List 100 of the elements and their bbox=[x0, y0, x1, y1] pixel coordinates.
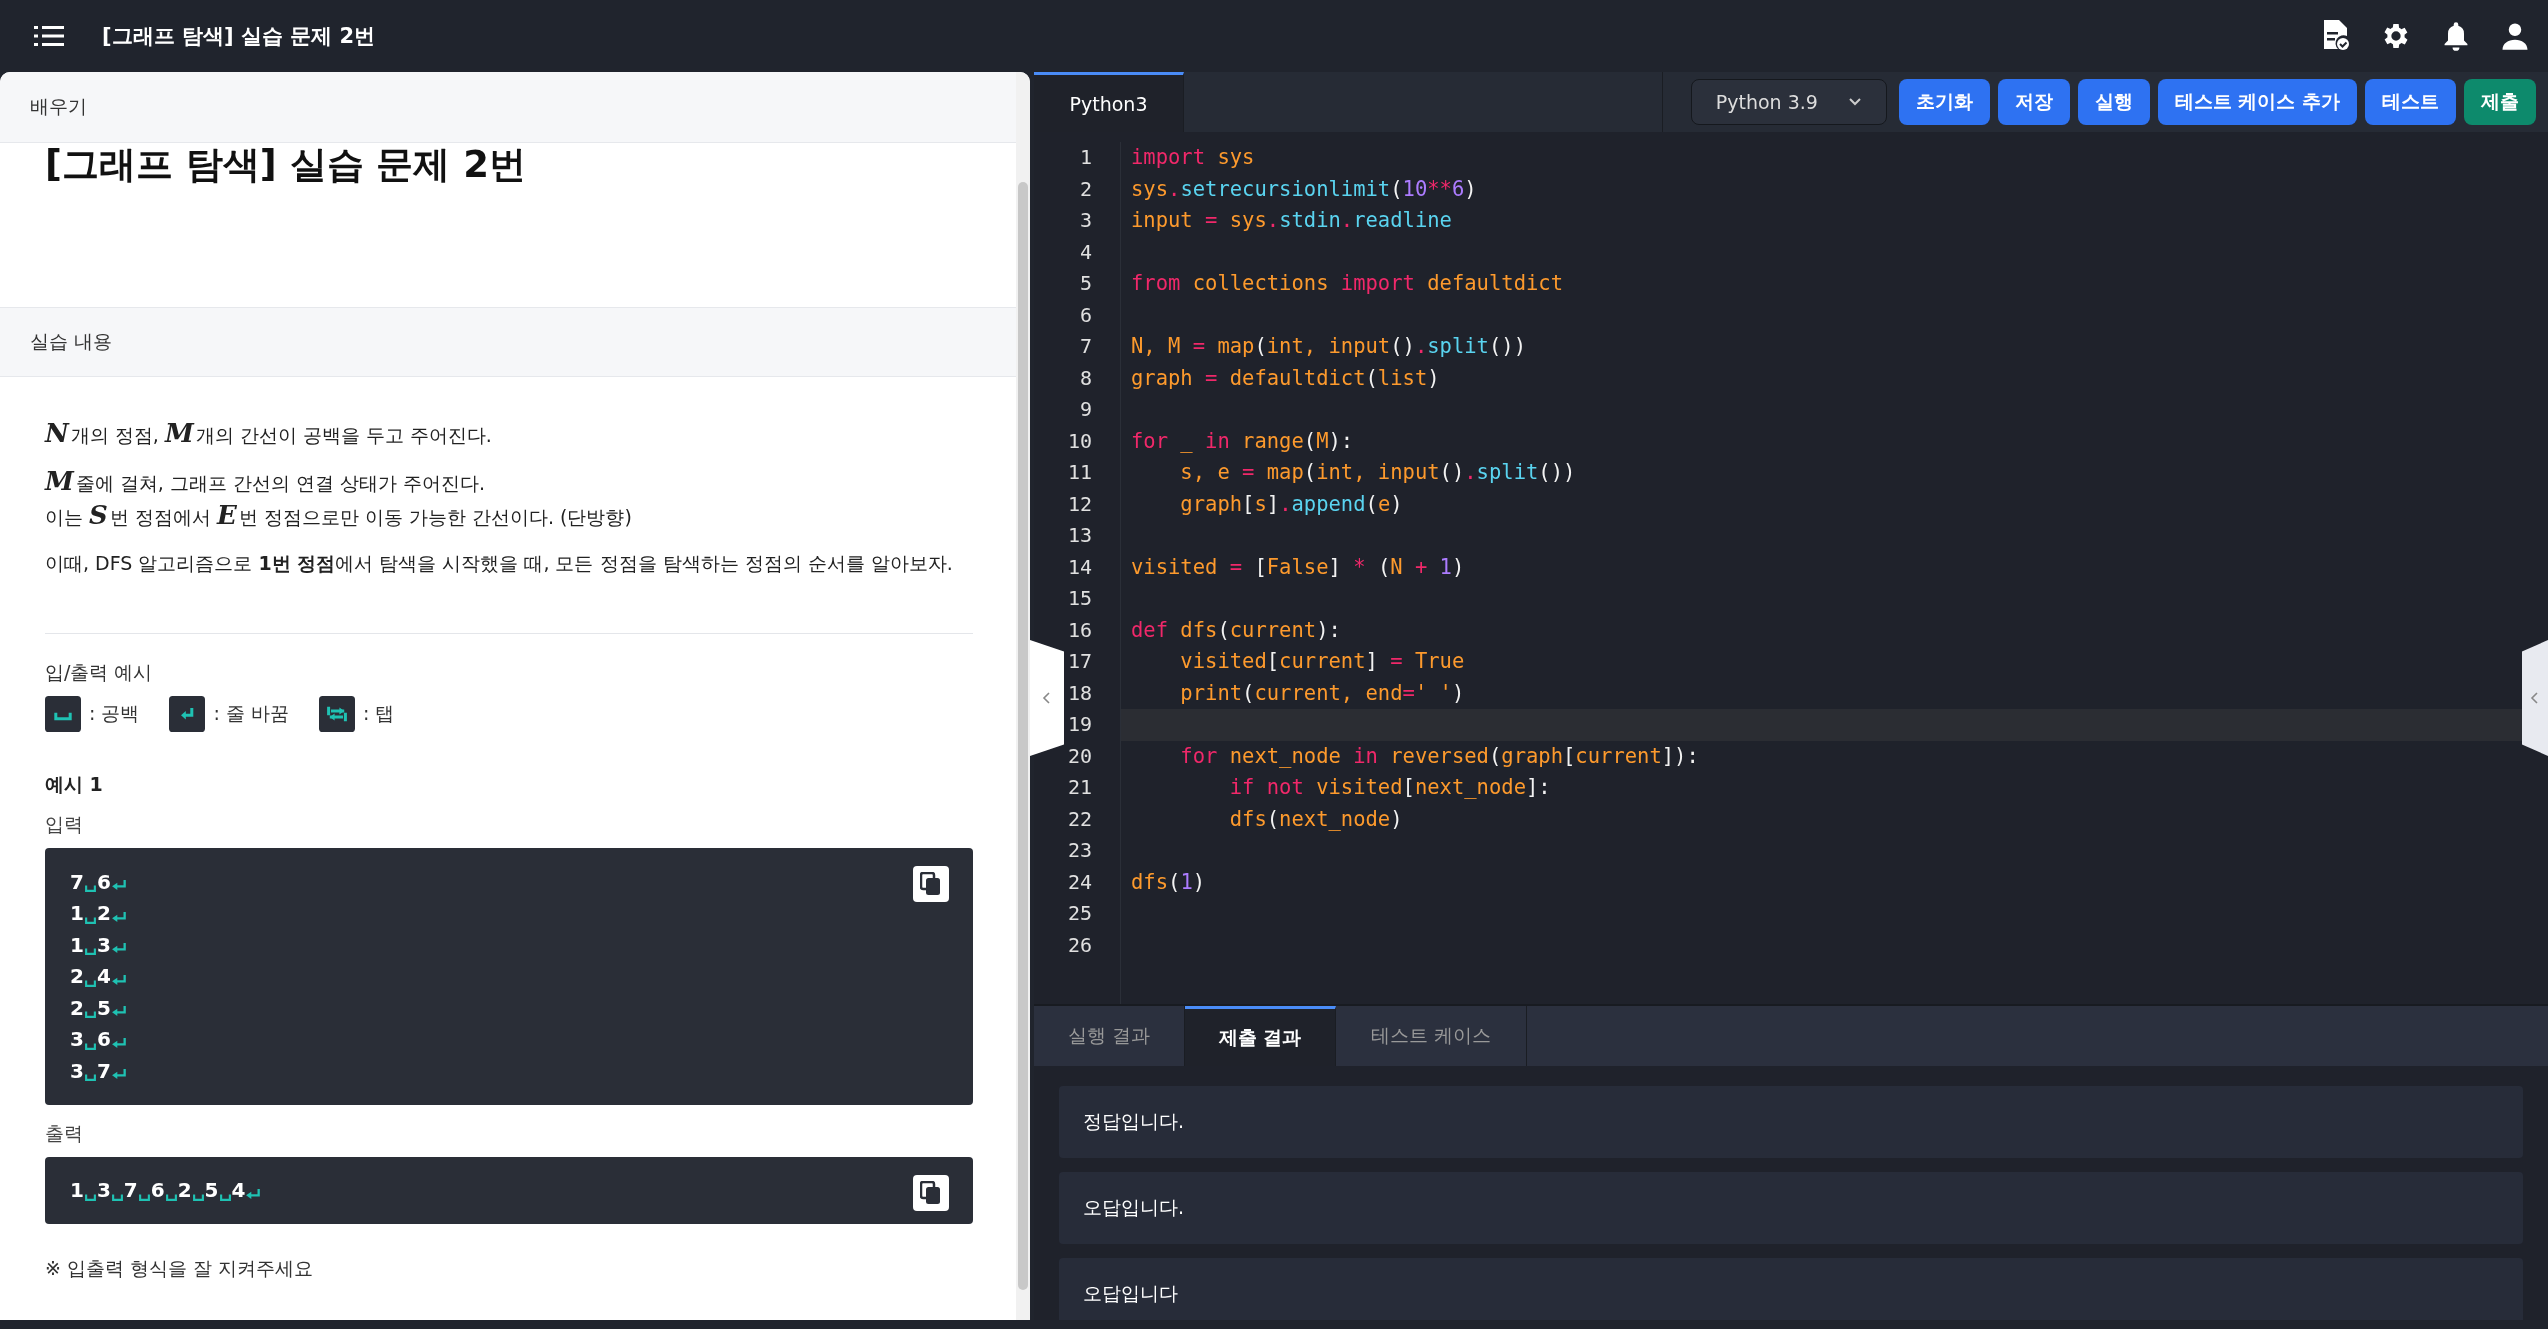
section-label: 실습 내용 bbox=[0, 307, 1016, 377]
io-label: 출력 bbox=[45, 1120, 84, 1146]
space-icon bbox=[138, 1193, 150, 1201]
line-number: 18 bbox=[1067, 680, 1092, 705]
chevron-down-icon bbox=[1847, 97, 1862, 107]
copy-icon bbox=[920, 872, 942, 896]
note-text: ※ 입출력 형식을 잘 지켜주세요 bbox=[45, 1256, 315, 1281]
problem-text: M줄에 걸쳐, 그래프 간선의 연결 상태가 주어진다. bbox=[45, 465, 487, 498]
document-icon[interactable] bbox=[2322, 20, 2350, 52]
return-icon bbox=[111, 1005, 126, 1017]
space-icon bbox=[84, 885, 96, 893]
sample-value: 2 bbox=[177, 1178, 192, 1203]
line-number: 4 bbox=[1079, 239, 1092, 264]
line-number: 21 bbox=[1067, 775, 1092, 799]
code-line: N, M = map(int, input().split()) bbox=[1131, 334, 1526, 358]
sample-value: 7 bbox=[123, 1178, 138, 1203]
line-number: 25 bbox=[1067, 901, 1092, 925]
code-line: input = sys.stdin.readline bbox=[1131, 208, 1452, 232]
example-title: 예시 1 bbox=[45, 772, 104, 797]
code-line: for _ in range(M): bbox=[1131, 428, 1354, 453]
toolbar-button[interactable]: 테스트 bbox=[2365, 79, 2456, 125]
sample-value: 6 bbox=[96, 869, 111, 894]
line-number: 7 bbox=[1079, 334, 1092, 358]
sample-value: 3 bbox=[70, 1027, 84, 1052]
tab-icon bbox=[318, 696, 355, 732]
section-label: 배우기 bbox=[0, 72, 1016, 143]
toolbar-button[interactable]: 실행 bbox=[2077, 79, 2150, 125]
space-icon bbox=[84, 1193, 96, 1201]
bell-icon[interactable] bbox=[2442, 20, 2470, 52]
legend-label: : 줄 바꿈 bbox=[213, 701, 289, 726]
toolbar-button[interactable]: 제출 bbox=[2464, 79, 2536, 125]
user-icon[interactable] bbox=[2500, 21, 2530, 51]
line-number: 11 bbox=[1067, 460, 1092, 484]
copy-icon bbox=[920, 1180, 942, 1205]
code-line: print(current, end=' ') bbox=[1179, 680, 1465, 705]
code-line: from collections import defaultdict bbox=[1131, 271, 1563, 295]
space-icon bbox=[84, 1042, 96, 1050]
page-title: [그래프 탐색] 실습 문제 2번 bbox=[102, 23, 376, 50]
toolbar-button[interactable]: 초기화 bbox=[1898, 79, 1990, 125]
line-number: 15 bbox=[1067, 586, 1092, 610]
line-number: 23 bbox=[1067, 838, 1092, 862]
sample-value: 1 bbox=[70, 901, 84, 926]
sample-value: 3 bbox=[96, 932, 111, 957]
line-number: 8 bbox=[1079, 365, 1092, 390]
return-icon bbox=[169, 696, 206, 732]
code-line: s, e = map(int, input().split()) bbox=[1179, 460, 1576, 484]
io-heading: 입/출력 예시 bbox=[45, 660, 154, 685]
result-tab[interactable]: 제출 결과 bbox=[1185, 1006, 1336, 1066]
problem-text: 이는 S 번 정점에서 E 번 정점으로만 이동 가능한 간선이다. (단방향) bbox=[45, 499, 633, 532]
line-number: 10 bbox=[1067, 428, 1092, 453]
space-icon bbox=[45, 696, 81, 732]
return-icon bbox=[246, 1187, 261, 1199]
file-tab[interactable]: Python3 bbox=[1034, 72, 1184, 132]
sample-value: 6 bbox=[96, 1027, 111, 1052]
code-line: def dfs(current): bbox=[1131, 617, 1341, 642]
space-icon bbox=[219, 1193, 231, 1201]
problem-text: 이때, DFS 알고리즘으로 1번 정점에서 탐색을 시작했을 때, 모든 정점을 탐색하는 정점의 순서를 알아보자. bbox=[45, 551, 954, 576]
result-text: 오답입니다 bbox=[1083, 1281, 1178, 1306]
sample-value: 5 bbox=[96, 995, 111, 1020]
space-icon bbox=[84, 979, 96, 987]
code-line: dfs(next_node) bbox=[1228, 806, 1403, 831]
line-number: 12 bbox=[1067, 491, 1092, 516]
copy-button[interactable] bbox=[913, 866, 949, 902]
return-icon bbox=[111, 973, 126, 985]
toolbar-button[interactable]: 테스트 케이스 추가 bbox=[2157, 79, 2357, 125]
line-number: 24 bbox=[1067, 869, 1092, 894]
legend-label: : 탭 bbox=[362, 701, 395, 726]
space-icon bbox=[84, 948, 96, 956]
return-icon bbox=[111, 1068, 126, 1080]
line-number: 3 bbox=[1079, 208, 1092, 232]
return-icon bbox=[111, 879, 126, 891]
sample-value: 3 bbox=[96, 1178, 111, 1203]
code-line: import sys bbox=[1131, 145, 1255, 169]
sample-value: 2 bbox=[70, 995, 84, 1020]
result-text: 오답입니다. bbox=[1083, 1195, 1185, 1220]
return-icon bbox=[111, 1036, 126, 1048]
line-number: 2 bbox=[1079, 176, 1092, 201]
scrollbar[interactable] bbox=[1016, 72, 1030, 1320]
line-number: 19 bbox=[1067, 712, 1092, 736]
code-line: graph = defaultdict(list) bbox=[1131, 365, 1440, 390]
sample-value: 7 bbox=[70, 869, 84, 894]
sample-value: 2 bbox=[70, 964, 84, 989]
sample-value: 6 bbox=[150, 1178, 165, 1203]
sample-value: 3 bbox=[70, 1058, 84, 1083]
line-number: 13 bbox=[1067, 523, 1092, 547]
version-select[interactable]: Python 3.9 bbox=[1690, 79, 1887, 125]
sample-value: 1 bbox=[70, 1178, 84, 1203]
code-line: if not visited[next_node]: bbox=[1228, 775, 1551, 799]
code-line: sys.setrecursionlimit(10**6) bbox=[1131, 176, 1477, 201]
code-line: visited[current] = True bbox=[1179, 649, 1465, 673]
menu-icon[interactable] bbox=[34, 24, 64, 48]
copy-button[interactable] bbox=[913, 1174, 949, 1211]
line-number: 16 bbox=[1067, 617, 1092, 642]
sample-value: 4 bbox=[96, 964, 111, 989]
line-number: 14 bbox=[1067, 554, 1092, 579]
code-line: graph[s].append(e) bbox=[1179, 491, 1403, 516]
chevron-left-icon bbox=[1042, 690, 1052, 706]
toolbar-button[interactable]: 저장 bbox=[1997, 79, 2070, 125]
problem-text: N개의 정점, M개의 간선이 공백을 두고 주어진다. bbox=[45, 417, 493, 450]
result-text: 정답입니다. bbox=[1083, 1109, 1185, 1134]
